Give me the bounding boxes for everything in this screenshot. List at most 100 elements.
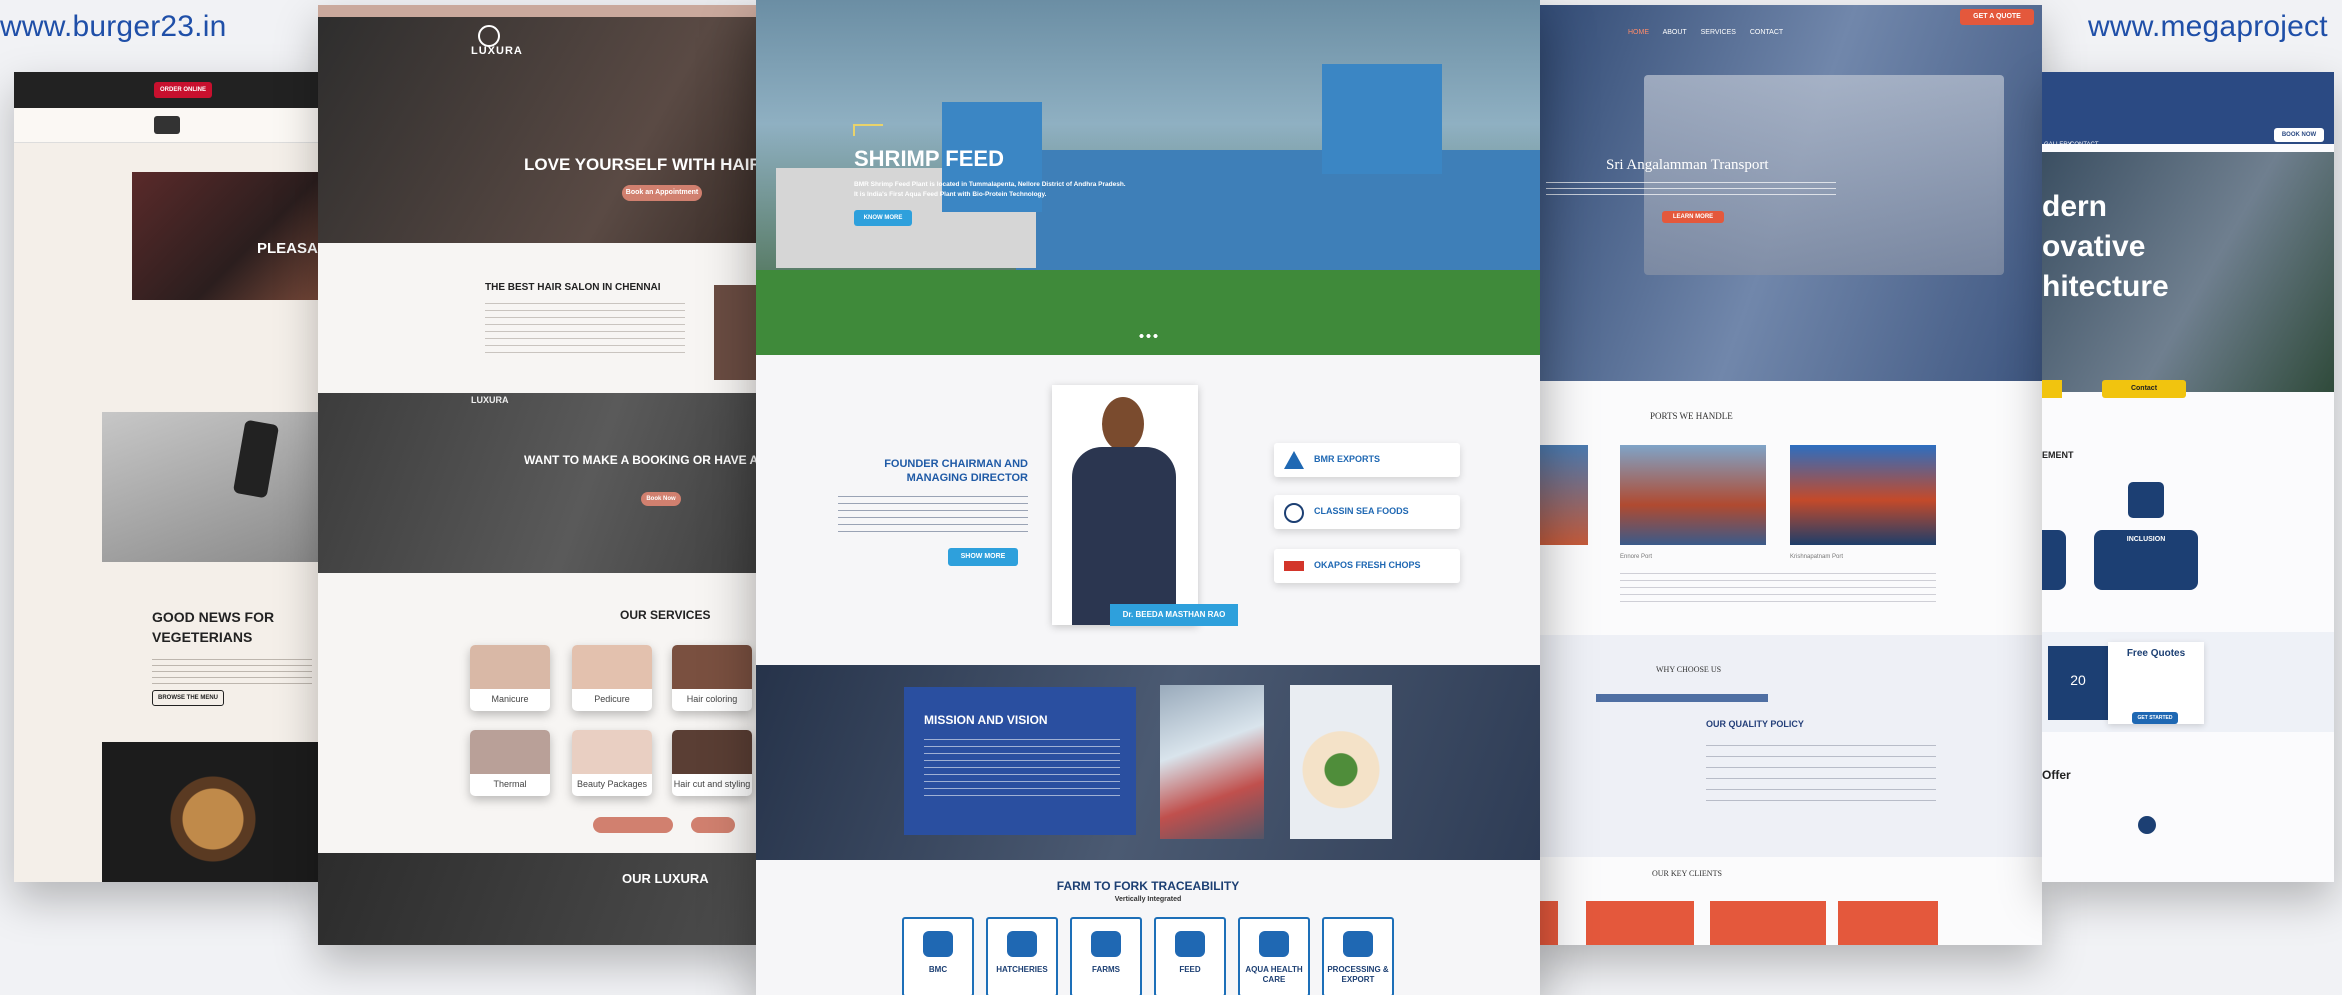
brand-okapos-fresh-chops[interactable]: OKAPOS FRESH CHOPS bbox=[1274, 549, 1460, 583]
burger-image bbox=[102, 742, 324, 882]
service-hair-coloring[interactable]: Hair coloring bbox=[672, 645, 752, 711]
hero-subtitle-1: BMR Shrimp Feed Plant is located in Tumm… bbox=[854, 181, 1126, 188]
burger-hero-image bbox=[132, 172, 324, 300]
nav-services[interactable]: SERVICES bbox=[1701, 29, 1736, 36]
show-more-button[interactable]: SHOW MORE bbox=[948, 548, 1018, 566]
nav-contact[interactable]: CONTACT bbox=[1750, 29, 1783, 36]
services-button-2[interactable] bbox=[691, 817, 735, 833]
transport-hero-title: Sri Angalamman Transport bbox=[1606, 157, 1769, 173]
carousel-dots[interactable] bbox=[1138, 334, 1160, 338]
clients-title: OUR KEY CLIENTS bbox=[1652, 869, 1722, 878]
brand-list: BMR EXPORTS CLASSIN SEA FOODS OKAPOS FRE… bbox=[1274, 443, 1464, 583]
transport-nav: HOME ABOUT SERVICES CONTACT bbox=[1628, 29, 1783, 36]
quality-title: OUR QUALITY POLICY bbox=[1706, 719, 1804, 729]
know-more-button[interactable]: KNOW MORE bbox=[854, 210, 912, 226]
service-label: Hair coloring bbox=[686, 694, 738, 704]
mega-section-title: EMENT bbox=[2042, 450, 2074, 460]
mission-body bbox=[924, 733, 1120, 799]
phone-hands-image bbox=[102, 412, 324, 562]
luxura-site-card[interactable]: LUXURA LOVE YOURSELF WITH HAIR C Book an… bbox=[318, 5, 758, 945]
tile-label: FEED bbox=[1179, 965, 1201, 974]
mega-hero-line-1: dern bbox=[2042, 190, 2108, 223]
founder-title-2: MANAGING DIRECTOR bbox=[906, 472, 1028, 484]
right-domain-label: www.megaproject bbox=[2088, 10, 2328, 43]
megaproject-site-card[interactable]: GALLERY CONTACT BOOK NOW dern ovative hi… bbox=[2042, 72, 2334, 882]
get-quote-button[interactable]: GET A QUOTE bbox=[1960, 9, 2034, 25]
book-now-button[interactable]: Book Now bbox=[641, 492, 681, 506]
tile-bmc[interactable]: BMC bbox=[902, 917, 974, 995]
learn-more-button[interactable]: LEARN MORE bbox=[1662, 211, 1724, 223]
mega-hero-line-2: ovative bbox=[2042, 230, 2146, 263]
luxura-hero-title: LOVE YOURSELF WITH HAIR C bbox=[524, 155, 758, 174]
client-logo-2 bbox=[1586, 901, 1694, 945]
inclusion-card[interactable]: INCLUSION bbox=[2094, 530, 2198, 590]
camera-icon bbox=[2128, 482, 2164, 518]
service-thermal[interactable]: Thermal bbox=[470, 730, 550, 796]
service-label: Pedicure bbox=[594, 694, 630, 704]
get-started-button[interactable]: GET STARTED bbox=[2132, 712, 2178, 724]
port-image-ennore bbox=[1620, 445, 1766, 545]
farm-title: FARM TO FORK TRACEABILITY bbox=[1056, 879, 1240, 893]
tile-farms[interactable]: FARMS bbox=[1070, 917, 1142, 995]
nav-about[interactable]: ABOUT bbox=[1663, 29, 1687, 36]
service-beauty-packages[interactable]: Beauty Packages bbox=[572, 730, 652, 796]
ports-body bbox=[1620, 567, 1936, 603]
client-logo-3 bbox=[1710, 901, 1826, 945]
stat-card: 20 bbox=[2048, 646, 2108, 720]
bmr-site-card[interactable]: SHRIMP FEED BMR Shrimp Feed Plant is loc… bbox=[756, 0, 1540, 995]
book-appointment-button[interactable]: Book an Appointment bbox=[622, 185, 702, 201]
transport-site-card[interactable]: HOME ABOUT SERVICES CONTACT GET A QUOTE … bbox=[1534, 5, 2042, 945]
service-hair-cut[interactable]: Hair cut and styling bbox=[672, 730, 752, 796]
about-title: THE BEST HAIR SALON IN CHENNAI bbox=[485, 282, 661, 293]
free-quotes-title: Free Quotes bbox=[2126, 648, 2186, 659]
port-name-krishnapatnam: Krishnapatnam Port bbox=[1790, 554, 1844, 560]
order-online-button[interactable]: ORDER ONLINE bbox=[154, 82, 212, 98]
okapos-logo-icon bbox=[1284, 561, 1304, 571]
factory-tower-2 bbox=[1322, 64, 1442, 174]
stat-number: 20 bbox=[2070, 672, 2086, 688]
brand-bmr-exports[interactable]: BMR EXPORTS bbox=[1274, 443, 1460, 477]
service-manicure[interactable]: Manicure bbox=[470, 645, 550, 711]
mission-title: MISSION AND VISION bbox=[924, 713, 1048, 727]
services-button-1[interactable] bbox=[593, 817, 673, 833]
service-label: Beauty Packages bbox=[576, 779, 648, 789]
left-domain-label: www.burger23.in bbox=[0, 10, 227, 43]
brand-label: BMR EXPORTS bbox=[1314, 454, 1381, 464]
bmr-logo-icon bbox=[1284, 451, 1304, 469]
browse-menu-button[interactable]: BROWSE THE MENU bbox=[152, 690, 224, 706]
tile-label: AQUA HEALTH CARE bbox=[1245, 965, 1303, 984]
why-title: WHY CHOOSE US bbox=[1656, 665, 1722, 674]
footer-title: OUR LUXURA bbox=[622, 871, 709, 886]
nav-home[interactable]: HOME bbox=[1628, 29, 1649, 36]
ports-title: PORTS WE HANDLE bbox=[1650, 411, 1733, 421]
brand-label: CLASSIN SEA FOODS bbox=[1314, 506, 1409, 516]
service-label: Thermal bbox=[493, 779, 527, 789]
inclusion-title: INCLUSION bbox=[2126, 536, 2166, 543]
burger-hero-text: PLEASANT bbox=[257, 240, 324, 257]
port-image-krishnapatnam bbox=[1790, 445, 1936, 545]
service-label: Hair cut and styling bbox=[673, 779, 751, 789]
hero-subtitle-2: It is India's First Aqua Feed Plant with… bbox=[854, 191, 1047, 198]
mega-nav-contact[interactable]: CONTACT bbox=[2070, 142, 2099, 148]
burger23-site-card[interactable]: ORDER ONLINE PLEASANT GOOD NEWS FOR VEGE… bbox=[14, 72, 324, 882]
service-pedicure[interactable]: Pedicure bbox=[572, 645, 652, 711]
tile-label: HATCHERIES bbox=[996, 965, 1048, 974]
luxura-hero bbox=[318, 5, 758, 243]
founder-name-badge: Dr. BEEDA MASTHAN RAO bbox=[1110, 604, 1238, 626]
good-news-body bbox=[152, 654, 312, 684]
contact-button[interactable]: Contact bbox=[2102, 380, 2186, 398]
luxura-logo: LUXURA bbox=[471, 45, 523, 57]
book-now-button[interactable]: BOOK NOW bbox=[2274, 128, 2324, 142]
tile-aqua-health-care[interactable]: AQUA HEALTH CARE bbox=[1238, 917, 1310, 995]
tile-hatcheries[interactable]: HATCHERIES bbox=[986, 917, 1058, 995]
brand-classin-sea-foods[interactable]: CLASSIN SEA FOODS bbox=[1274, 495, 1460, 529]
tile-feed[interactable]: FEED bbox=[1154, 917, 1226, 995]
mission-card: MISSION AND VISION bbox=[904, 687, 1136, 835]
quality-body bbox=[1706, 735, 1936, 811]
tile-processing-export[interactable]: PROCESSING & EXPORT bbox=[1322, 917, 1394, 995]
anchor-icon bbox=[1284, 503, 1304, 523]
about-body bbox=[485, 297, 685, 357]
mega-nav-gallery[interactable]: GALLERY bbox=[2044, 142, 2072, 148]
offer-title: Offer bbox=[2042, 768, 2071, 782]
hero-title: SHRIMP FEED bbox=[854, 146, 1004, 171]
